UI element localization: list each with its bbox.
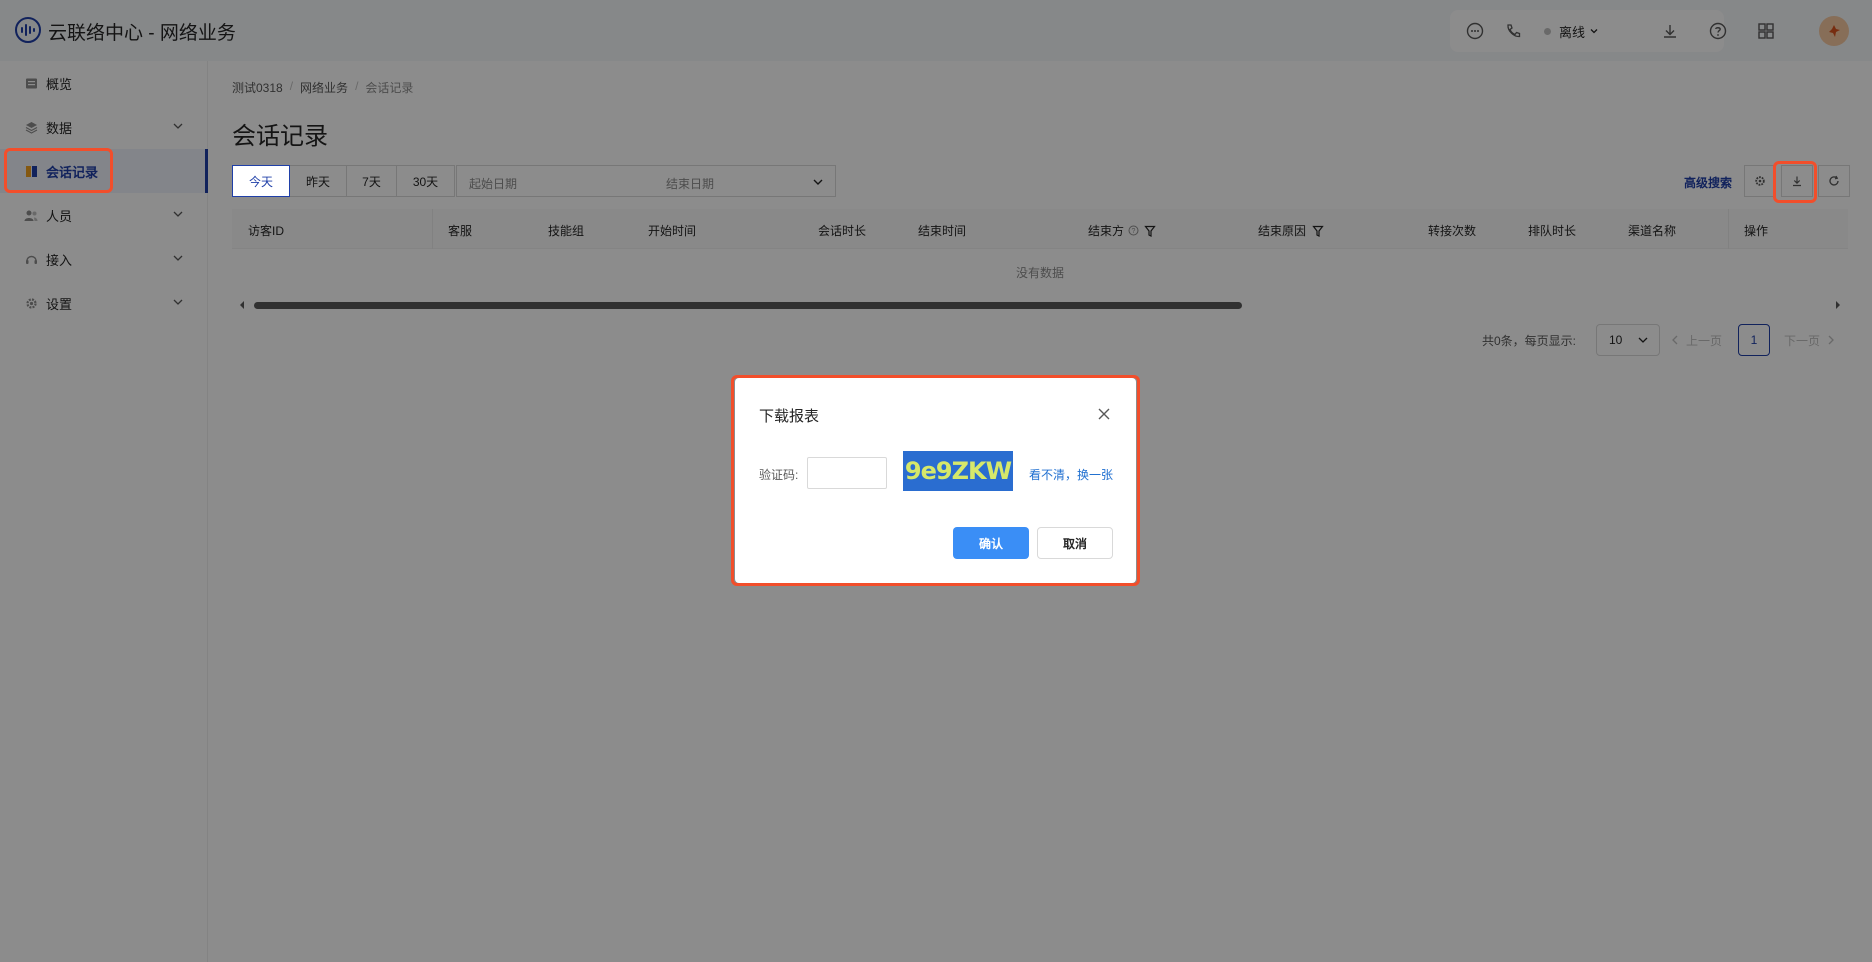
captcha-refresh-link[interactable]: 看不清，换一张	[1029, 466, 1113, 483]
range-today-button[interactable]: 今天	[232, 165, 290, 197]
dialog-title: 下载报表	[759, 408, 820, 425]
cancel-button[interactable]: 取消	[1037, 527, 1113, 559]
confirm-button[interactable]: 确认	[953, 527, 1029, 559]
close-icon[interactable]	[1097, 407, 1111, 421]
captcha-input[interactable]	[807, 457, 887, 489]
captcha-image[interactable]: 9e9ZKW	[903, 451, 1013, 491]
captcha-label: 验证码:	[759, 468, 799, 482]
download-report-dialog: 下载报表 验证码: 9e9ZKW 看不清，换一张 确认 取消	[735, 378, 1136, 583]
